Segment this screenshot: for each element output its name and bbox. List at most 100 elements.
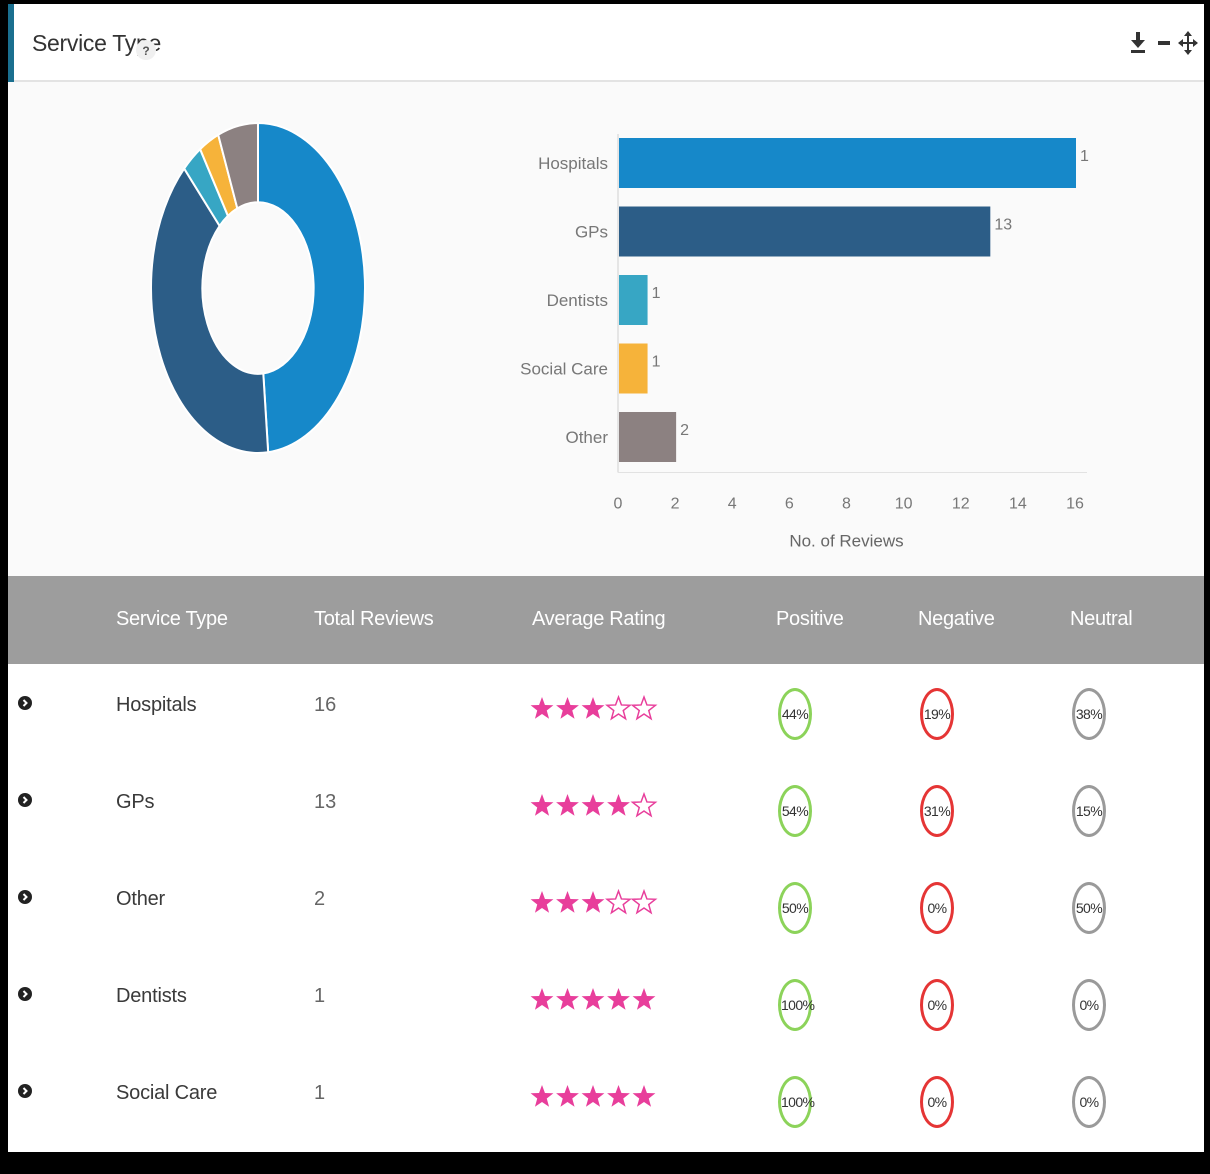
bar-dentists[interactable] [619, 275, 648, 325]
expand-row-icon[interactable] [18, 890, 32, 904]
cell-service-type: GPs [116, 791, 155, 813]
star-filled-icon [581, 794, 605, 816]
star-filled-icon [632, 1085, 656, 1107]
expand-row-icon[interactable] [18, 1084, 32, 1098]
column-header-neutral[interactable]: Neutral [1070, 608, 1133, 631]
x-tick-label: 8 [842, 496, 851, 513]
x-tick-label: 4 [728, 496, 737, 513]
move-icon[interactable] [1178, 30, 1198, 56]
star-filled-icon [530, 891, 554, 913]
panel-header: Service Type ? [8, 4, 1204, 82]
star-filled-icon [530, 1085, 554, 1107]
expand-row-icon[interactable] [18, 987, 32, 1001]
bar-data-label: 1 [1080, 148, 1089, 165]
negative-badge: 31% [920, 785, 954, 837]
cell-total-reviews: 2 [314, 888, 326, 910]
x-tick-label: 16 [1066, 496, 1084, 513]
star-empty-icon [630, 888, 658, 915]
star-empty-icon [630, 791, 658, 818]
neutral-badge: 50% [1072, 882, 1106, 934]
bar-data-label: 1 [652, 285, 661, 302]
positive-badge: 50% [778, 882, 812, 934]
star-filled-icon [581, 697, 605, 719]
star-filled-icon [581, 1085, 605, 1107]
table-row[interactable]: GPs 13 54% 31% 15% [8, 761, 1204, 858]
table-row[interactable]: Hospitals 16 44% 19% 38% [8, 664, 1204, 761]
column-header-average-rating[interactable]: Average Rating [532, 608, 666, 631]
star-filled-icon [530, 697, 554, 719]
x-tick-label: 2 [671, 496, 680, 513]
table-row[interactable]: Other 2 50% 0% 50% [8, 858, 1204, 955]
star-filled-icon [556, 891, 579, 913]
column-header-service-type[interactable]: Service Type [116, 608, 228, 631]
column-header-total-reviews[interactable]: Total Reviews [314, 608, 434, 631]
neutral-badge: 0% [1072, 1076, 1106, 1128]
star-filled-icon [556, 794, 579, 816]
cell-total-reviews: 1 [314, 1082, 326, 1104]
negative-badge: 19% [920, 688, 954, 740]
expand-row-icon[interactable] [18, 793, 32, 807]
service-type-panel: Service Type ? Hospitals 1 GPs 13 Dentis… [8, 4, 1204, 1152]
star-rating [530, 988, 656, 1010]
star-filled-icon [607, 794, 630, 816]
cell-service-type: Other [116, 888, 166, 910]
table-row[interactable]: Dentists 1 100% 0% 0% [8, 955, 1204, 1052]
negative-badge: 0% [920, 882, 954, 934]
bar-other[interactable] [619, 412, 677, 462]
star-rating [530, 1085, 656, 1107]
positive-badge: 54% [778, 785, 812, 837]
star-filled-icon [581, 988, 605, 1010]
star-filled-icon [530, 794, 554, 816]
bar-category-label: Other [565, 428, 608, 447]
minimize-icon[interactable] [1154, 30, 1174, 56]
bar-category-label: Hospitals [538, 154, 608, 173]
star-rating [530, 888, 658, 915]
bar-data-label: 1 [652, 354, 661, 371]
bar-data-label: 13 [994, 217, 1012, 234]
star-filled-icon [556, 697, 579, 719]
cell-service-type: Dentists [116, 985, 187, 1007]
bar-category-label: Social Care [520, 360, 608, 379]
expand-row-icon[interactable] [18, 696, 32, 710]
cell-total-reviews: 1 [314, 985, 326, 1007]
negative-badge: 0% [920, 979, 954, 1031]
positive-badge: 100% [778, 979, 815, 1031]
star-rating [530, 694, 658, 721]
column-header-negative[interactable]: Negative [918, 608, 995, 631]
x-tick-label: 6 [785, 496, 794, 513]
positive-badge: 44% [778, 688, 812, 740]
bar-hospitals[interactable] [619, 138, 1076, 188]
star-filled-icon [607, 1085, 630, 1107]
star-filled-icon [556, 988, 579, 1010]
header-accent-bar [8, 4, 14, 82]
neutral-badge: 38% [1072, 688, 1106, 740]
star-empty-icon [630, 694, 658, 721]
bar-social-care[interactable] [619, 343, 648, 394]
x-axis-title: No. of Reviews [789, 532, 903, 551]
column-header-positive[interactable]: Positive [776, 608, 844, 631]
star-rating [530, 791, 658, 818]
cell-total-reviews: 16 [314, 694, 337, 716]
star-filled-icon [556, 1085, 579, 1107]
cell-total-reviews: 13 [314, 791, 337, 813]
positive-badge: 100% [778, 1076, 815, 1128]
help-icon[interactable]: ? [136, 40, 156, 60]
bar-gps[interactable] [619, 206, 991, 257]
x-tick-label: 10 [895, 496, 913, 513]
x-tick-label: 0 [614, 496, 623, 513]
donut-slice-hospitals[interactable] [257, 121, 366, 454]
download-icon[interactable] [1128, 30, 1148, 56]
bar-category-label: GPs [575, 223, 608, 242]
star-filled-icon [632, 988, 656, 1010]
neutral-badge: 0% [1072, 979, 1106, 1031]
neutral-badge: 15% [1072, 785, 1106, 837]
star-filled-icon [530, 988, 554, 1010]
table-row[interactable]: Social Care 1 100% 0% 0% [8, 1052, 1204, 1149]
star-empty-icon [605, 694, 632, 721]
negative-badge: 0% [920, 1076, 954, 1128]
bar-category-label: Dentists [547, 291, 608, 310]
table-header: Service Type Total Reviews Average Ratin… [8, 576, 1204, 664]
star-filled-icon [581, 891, 605, 913]
bar-data-label: 2 [680, 422, 689, 439]
star-filled-icon [607, 988, 630, 1010]
